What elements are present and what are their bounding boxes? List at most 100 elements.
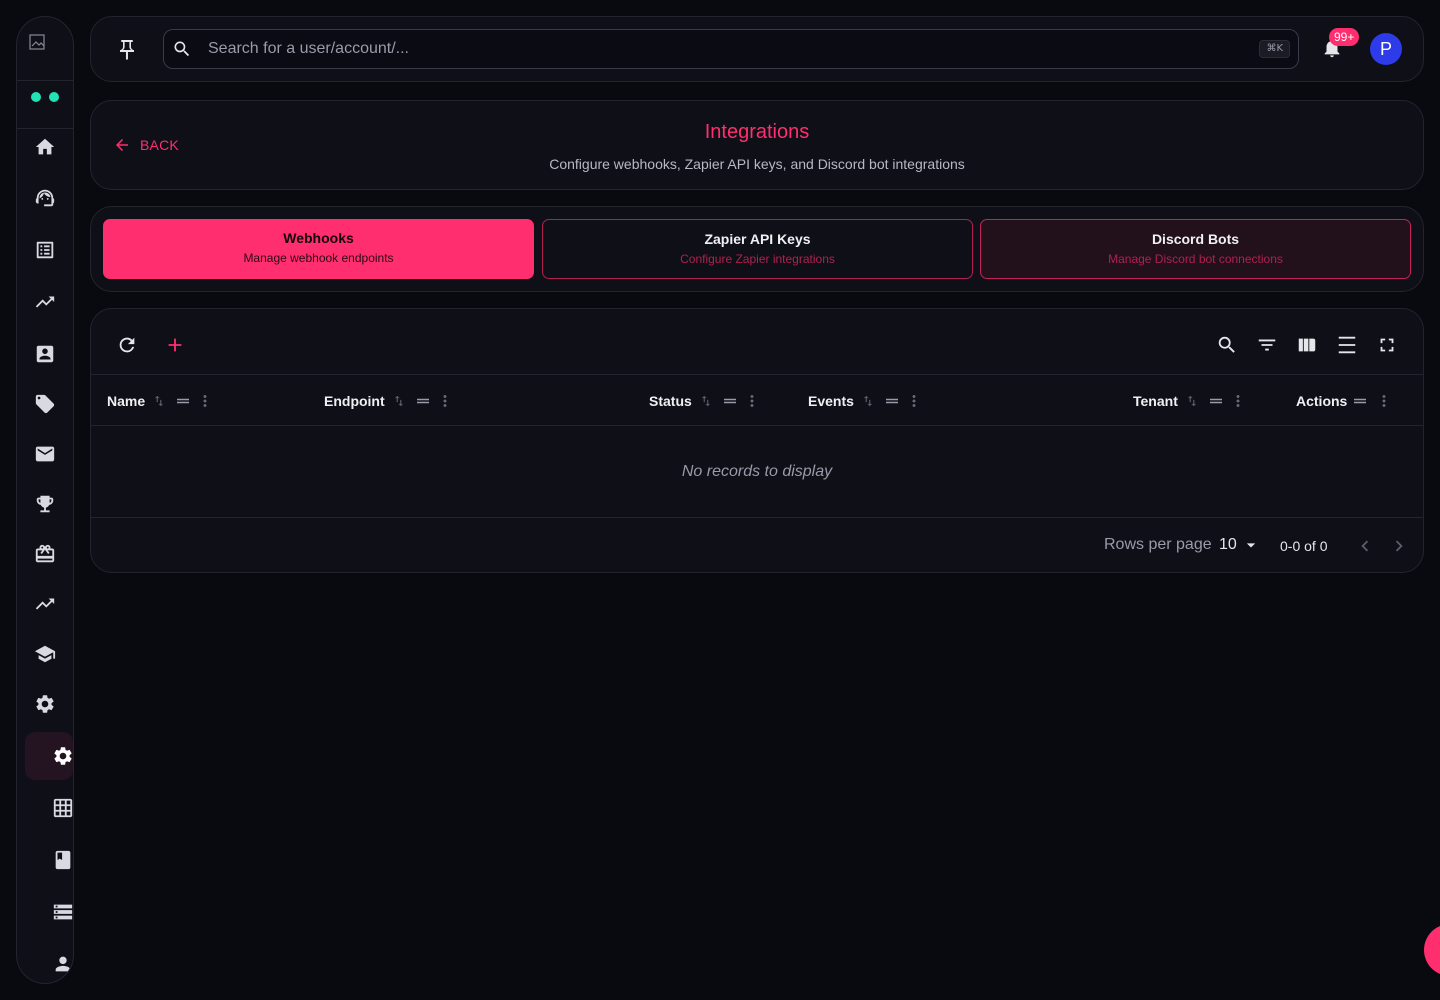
sort-icon[interactable] <box>152 394 166 408</box>
status-dot <box>49 92 59 102</box>
chevron-left-icon <box>1354 535 1376 557</box>
tag-icon <box>34 393 56 415</box>
column-header-name[interactable]: Name <box>107 375 192 427</box>
trending-up-icon <box>34 291 56 313</box>
add-webhook-button[interactable] <box>161 331 189 359</box>
search-input[interactable] <box>208 30 1208 68</box>
view-column-icon <box>1296 334 1318 356</box>
drag-handle-icon[interactable] <box>883 392 901 410</box>
sidebar-subitem-book[interactable] <box>43 840 73 880</box>
search-shortcut-hint: ⌘K <box>1259 40 1290 58</box>
sidebar-item-trends[interactable] <box>25 584 65 624</box>
filter-list-icon <box>1256 334 1278 356</box>
sort-icon[interactable] <box>699 394 713 408</box>
sidebar-item-learning[interactable] <box>25 634 65 674</box>
sidebar-subitem-grid[interactable] <box>43 788 73 828</box>
pin-button[interactable] <box>115 38 139 62</box>
webhooks-table: Name Endpoint Status Events Tenant Actio… <box>90 308 1424 573</box>
sidebar-item-contacts[interactable] <box>25 334 65 374</box>
list-icon <box>34 239 56 261</box>
more-vert-icon <box>1229 392 1247 410</box>
column-header-endpoint[interactable]: Endpoint <box>324 375 432 427</box>
column-header-actions[interactable]: Actions <box>1296 375 1369 427</box>
sort-icon[interactable] <box>1185 394 1199 408</box>
refresh-button[interactable] <box>113 331 141 359</box>
column-label: Tenant <box>1133 393 1178 409</box>
drag-handle-icon[interactable] <box>414 392 432 410</box>
grid-icon <box>52 797 73 819</box>
tab-zapier-api-keys[interactable]: Zapier API Keys Configure Zapier integra… <box>542 219 973 279</box>
sidebar-item-integrations-settings[interactable] <box>25 732 73 780</box>
sidebar-item-list[interactable] <box>25 230 65 270</box>
sidebar-subitem-user[interactable] <box>43 944 73 983</box>
table-fullscreen-button[interactable] <box>1373 331 1401 359</box>
sidebar-subitem-storage[interactable] <box>43 892 73 932</box>
table-header: Name Endpoint Status Events Tenant Actio… <box>91 374 1423 426</box>
gift-card-icon <box>34 543 56 565</box>
sidebar-item-mail[interactable] <box>25 434 65 474</box>
table-density-button[interactable] <box>1333 331 1361 359</box>
home-icon <box>34 136 56 158</box>
tab-title: Discord Bots <box>1151 231 1240 247</box>
tab-title: Webhooks <box>283 230 354 246</box>
column-header-tenant[interactable]: Tenant <box>1133 375 1225 427</box>
page-range-info: 0-0 of 0 <box>1280 538 1328 554</box>
support-agent-icon <box>34 187 56 209</box>
table-filter-button[interactable] <box>1253 331 1281 359</box>
fullscreen-icon <box>1376 334 1398 356</box>
arrow-drop-down-icon <box>1241 535 1261 555</box>
sidebar <box>16 16 74 984</box>
trophy-icon <box>34 493 56 515</box>
avatar[interactable]: P <box>1370 33 1402 65</box>
rows-per-page-label: Rows per page <box>1104 536 1212 553</box>
sidebar-item-settings[interactable] <box>25 684 65 724</box>
status-dots <box>31 92 59 102</box>
drag-handle-icon[interactable] <box>1351 392 1369 410</box>
sidebar-item-tags[interactable] <box>25 384 65 424</box>
column-header-status[interactable]: Status <box>649 375 739 427</box>
refresh-icon <box>116 334 138 356</box>
column-header-events[interactable]: Events <box>808 375 901 427</box>
column-label: Status <box>649 393 692 409</box>
drag-handle-icon[interactable] <box>721 392 739 410</box>
book-icon <box>52 849 73 871</box>
sidebar-item-analytics[interactable] <box>25 282 65 322</box>
more-vert-icon <box>743 392 761 410</box>
sort-icon[interactable] <box>861 394 875 408</box>
gear-icon <box>52 745 73 767</box>
density-icon <box>1336 334 1358 356</box>
page-header: BACK Integrations Configure webhooks, Za… <box>90 100 1424 190</box>
person-icon <box>52 953 73 975</box>
drag-handle-icon[interactable] <box>174 392 192 410</box>
status-dot <box>31 92 41 102</box>
gear-icon <box>34 693 56 715</box>
sidebar-item-home[interactable] <box>25 127 65 167</box>
table-columns-button[interactable] <box>1293 331 1321 359</box>
search-icon <box>174 41 190 57</box>
more-vert-icon <box>1375 392 1393 410</box>
mail-icon <box>34 443 56 465</box>
table-search-button[interactable] <box>1213 331 1241 359</box>
notification-badge: 99+ <box>1329 28 1360 46</box>
previous-page-button[interactable] <box>1352 533 1378 559</box>
tab-webhooks[interactable]: Webhooks Manage webhook endpoints <box>103 219 534 279</box>
next-page-button[interactable] <box>1386 533 1412 559</box>
sort-icon[interactable] <box>392 394 406 408</box>
tab-subtitle: Manage webhook endpoints <box>243 251 394 265</box>
pagination: Rows per page 10 0-0 of 0 <box>91 518 1423 572</box>
sidebar-item-rewards[interactable] <box>25 484 65 524</box>
logo <box>29 34 47 52</box>
sidebar-item-support[interactable] <box>25 178 65 218</box>
tab-title: Zapier API Keys <box>704 231 811 247</box>
floating-action-button[interactable] <box>1424 924 1440 976</box>
more-vert-icon <box>905 392 923 410</box>
page-subtitle: Configure webhooks, Zapier API keys, and… <box>549 156 965 172</box>
column-label: Endpoint <box>324 393 385 409</box>
tab-discord-bots[interactable]: Discord Bots Manage Discord bot connecti… <box>980 219 1411 279</box>
rows-per-page-select[interactable]: 10 <box>1219 535 1261 555</box>
column-label: Events <box>808 393 854 409</box>
drag-handle-icon[interactable] <box>1207 392 1225 410</box>
sidebar-divider <box>17 80 73 81</box>
pin-icon <box>115 38 139 62</box>
sidebar-item-gifts[interactable] <box>25 534 65 574</box>
